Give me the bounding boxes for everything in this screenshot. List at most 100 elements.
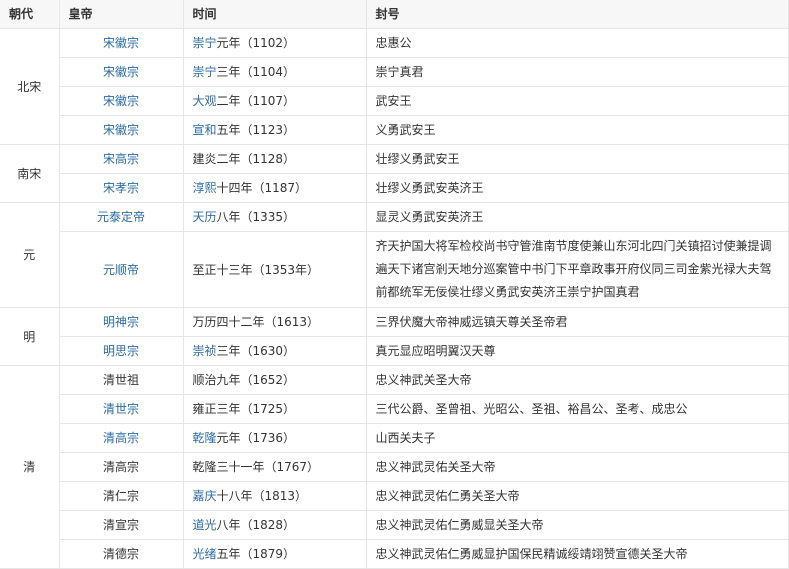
emperor-link[interactable]: 明思宗	[103, 344, 139, 358]
header-title: 封号	[365, 0, 789, 29]
time-cell: 道光八年（1828）	[182, 510, 367, 540]
emperor-cell: 宋徽宗	[59, 115, 184, 145]
time-text: 万历四十二年（1613）	[192, 315, 320, 329]
table-row: 元元泰定帝 天历八年（1335） 显灵义勇武安英济王	[0, 202, 789, 308]
time-cell: 光绪五年（1879）	[182, 539, 367, 569]
emperor-link[interactable]: 明神宗	[103, 315, 139, 329]
era-link[interactable]: 乾隆	[193, 431, 217, 445]
emperor-cell: 元顺帝	[59, 231, 184, 308]
era-link[interactable]: 大观	[193, 94, 217, 108]
emperor-link[interactable]: 宋徽宗	[103, 36, 139, 50]
time-text: 顺治九年（1652）	[192, 373, 296, 387]
title-cell: 齐天护国大将军检校尚书守管淮南节度使兼山东河北四门关镇招讨使兼提调遍天下诸宫剎天…	[365, 231, 789, 308]
time-text: 五年（1123）	[216, 123, 296, 137]
time-text: 八年（1335）	[216, 210, 296, 224]
emperor-link[interactable]: 元泰定帝	[97, 210, 145, 224]
emperor-cell: 清高宗	[59, 423, 184, 453]
emperor-cell: 宋徽宗	[59, 86, 184, 116]
time-cell: 乾隆元年（1736）	[182, 423, 367, 453]
emperor-cell: 宋徽宗	[59, 57, 184, 87]
era-link[interactable]: 道光	[193, 518, 217, 532]
time-cell: 建炎二年（1128）	[182, 144, 367, 174]
time-cell: 乾隆三十一年（1767）	[182, 452, 367, 482]
era-link[interactable]: 崇宁	[193, 36, 217, 50]
time-text: 八年（1828）	[216, 518, 296, 532]
emperor-text: 清宣宗	[102, 518, 139, 532]
table-row: 明思宗 崇祯三年（1630） 真元显应昭明翼汉天尊	[0, 336, 789, 366]
header-emperor: 皇帝	[58, 0, 184, 29]
emperor-text: 清德宗	[102, 547, 139, 561]
table-row: 清 清世祖 顺治九年（1652） 忠义神武关圣大帝	[0, 365, 789, 569]
time-cell: 崇祯三年（1630）	[182, 336, 367, 366]
time-text: 十四年（1187）	[216, 181, 308, 195]
table-row: 清德宗 光绪五年（1879） 忠义神武灵佑仁勇威显护国保民精诚绥靖翊赞宣德关圣大帝	[0, 539, 789, 569]
time-cell: 天历八年（1335）	[182, 202, 367, 232]
time-cell: 至正十三年（1353年）	[182, 231, 367, 308]
table-row: 元顺帝 至正十三年（1353年） 齐天护国大将军检校尚书守管淮南节度使兼山东河北四门…	[0, 231, 789, 308]
title-cell: 壮缪义勇武安英济王	[365, 173, 789, 203]
era-link[interactable]: 天历	[193, 210, 217, 224]
emperor-cell: 宋孝宗	[59, 173, 184, 203]
emperor-link[interactable]: 元顺帝	[103, 263, 139, 277]
dynasty-cell: 南宋	[0, 144, 60, 203]
title-cell: 忠义神武关圣大帝	[365, 365, 789, 395]
time-cell: 嘉庆十八年（1813）	[182, 481, 367, 511]
table-row: 清仁宗 嘉庆十八年（1813） 忠义神武灵佑仁勇关圣大帝	[0, 481, 789, 511]
time-text: 十八年（1813）	[216, 489, 308, 503]
time-text: 五年（1879）	[216, 547, 296, 561]
title-cell: 壮缪义勇武安王	[365, 144, 789, 174]
era-link[interactable]: 宣和	[193, 123, 217, 137]
header-dynasty: 朝代	[0, 0, 60, 29]
time-cell: 宣和五年（1123）	[182, 115, 367, 145]
dynasty-cell: 北宋	[0, 28, 60, 145]
titles-table: 朝代 皇帝 时间 封号 北宋 宋徽宗 崇宁元年（1102） 忠惠公 宋徽宗 崇宁三年（11…	[0, 0, 789, 569]
table-row: 宋徽宗 崇宁三年（1104） 崇宁真君	[0, 57, 789, 87]
dynasty-cell: 明	[0, 307, 60, 366]
emperor-link[interactable]: 清高宗	[103, 431, 139, 445]
emperor-cell: 宋徽宗	[58, 28, 184, 58]
time-text: 元年（1102）	[216, 36, 296, 50]
table-row: 宋徽宗 宣和五年（1123） 义勇武安王	[0, 115, 789, 145]
table-row: 北宋 宋徽宗 崇宁元年（1102） 忠惠公	[0, 28, 789, 145]
era-link[interactable]: 光绪	[193, 547, 217, 561]
dynasty-cell: 清	[0, 365, 60, 569]
title-cell: 忠义神武灵佑关圣大帝	[365, 452, 789, 482]
table-row: 明 明神宗 万历四十二年（1613） 三界伏魔大帝神威远镇天尊关圣帝君	[0, 307, 789, 366]
dynasty-cell: 元	[0, 202, 60, 308]
emperor-link[interactable]: 宋徽宗	[103, 65, 139, 79]
emperor-cell: 清仁宗	[59, 481, 184, 511]
era-link[interactable]: 崇宁	[193, 65, 217, 79]
title-cell: 忠义神武灵佑仁勇关圣大帝	[365, 481, 789, 511]
era-link[interactable]: 崇祯	[193, 344, 217, 358]
era-link[interactable]: 嘉庆	[193, 489, 217, 503]
time-text: 建炎二年（1128）	[192, 152, 296, 166]
era-link[interactable]: 淳熙	[193, 181, 217, 195]
title-cell: 忠惠公	[365, 28, 789, 58]
title-cell: 显灵义勇武安英济王	[365, 202, 789, 232]
time-text: 雍正三年（1725）	[192, 402, 296, 416]
table-row: 南宋 宋高宗 建炎二年（1128） 壮缪义勇武安王	[0, 144, 789, 203]
emperor-link[interactable]: 宋高宗	[103, 152, 139, 166]
emperor-link[interactable]: 宋孝宗	[103, 181, 139, 195]
emperor-link[interactable]: 宋徽宗	[103, 94, 139, 108]
emperor-cell: 清德宗	[59, 539, 184, 569]
title-cell: 忠义神武灵佑仁勇威显护国保民精诚绥靖翊赞宣德关圣大帝	[365, 539, 789, 569]
emperor-cell: 明思宗	[59, 336, 184, 366]
emperor-text: 清世祖	[102, 373, 139, 387]
time-text: 元年（1736）	[216, 431, 296, 445]
time-cell: 淳熙十四年（1187）	[182, 173, 367, 203]
table-row: 宋孝宗 淳熙十四年（1187） 壮缪义勇武安英济王	[0, 173, 789, 203]
emperor-link[interactable]: 清世宗	[103, 402, 139, 416]
table-row: 清高宗 乾隆元年（1736） 山西关夫子	[0, 423, 789, 453]
time-text: 三年（1630）	[216, 344, 296, 358]
title-cell: 三代公爵、圣曾祖、光昭公、圣祖、裕昌公、圣考、成忠公	[365, 394, 789, 424]
table-row: 清世宗 雍正三年（1725） 三代公爵、圣曾祖、光昭公、圣祖、裕昌公、圣考、成忠公	[0, 394, 789, 424]
emperor-text: 清仁宗	[102, 489, 139, 503]
header-time: 时间	[182, 0, 367, 29]
time-cell: 大观二年（1107）	[182, 86, 367, 116]
time-text: 三年（1104）	[216, 65, 296, 79]
title-cell: 三界伏魔大帝神威远镇天尊关圣帝君	[365, 307, 789, 337]
emperor-link[interactable]: 宋徽宗	[103, 123, 139, 137]
title-cell: 忠义神武灵佑仁勇威显关圣大帝	[365, 510, 789, 540]
header-row: 朝代 皇帝 时间 封号	[0, 0, 789, 29]
